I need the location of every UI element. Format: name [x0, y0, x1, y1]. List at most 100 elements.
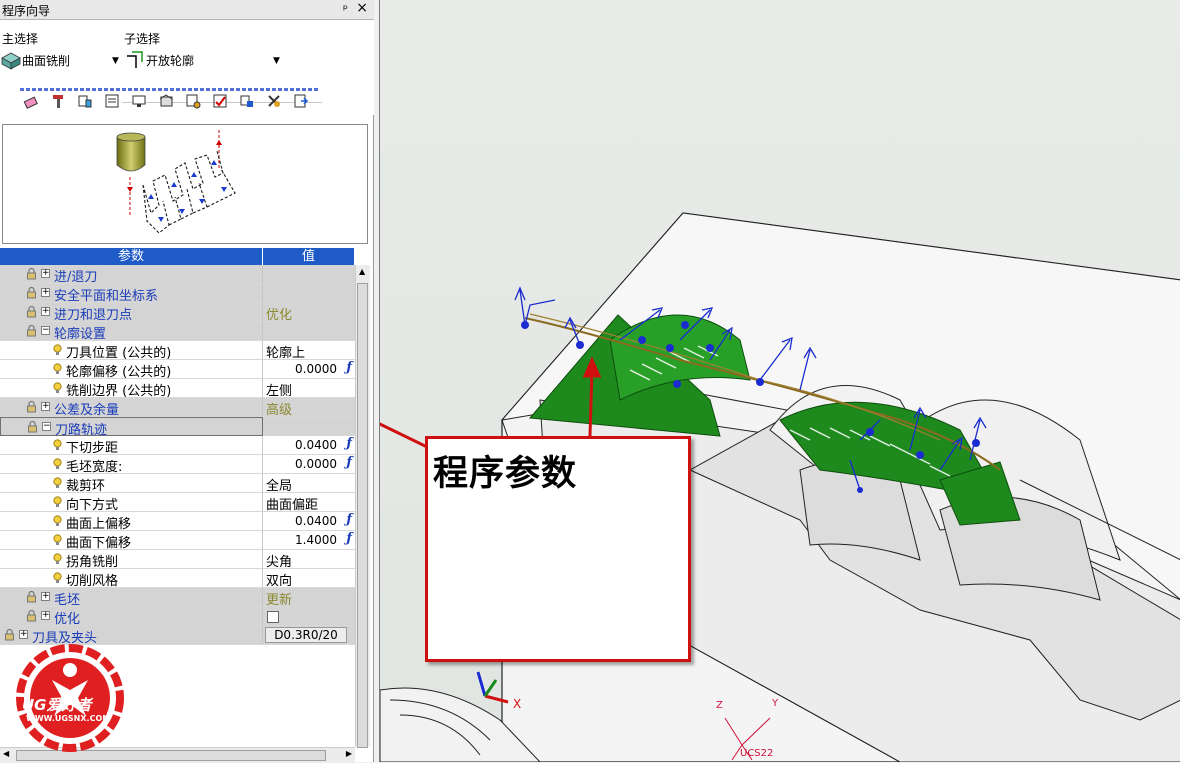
value-cell[interactable]: 更新 [263, 588, 355, 608]
numeric-value[interactable]: 0.0400 [295, 514, 337, 528]
vertical-scrollbar[interactable]: ▲ [355, 265, 370, 748]
expand-icon[interactable]: + [41, 288, 50, 297]
sub-select-dropdown[interactable]: 开放轮廓 [124, 50, 274, 70]
chevron-down-icon[interactable]: ▼ [112, 56, 119, 66]
param-cell[interactable]: 裁剪环 [0, 474, 263, 494]
optimize-checkbox[interactable] [267, 611, 279, 623]
param-cell[interactable]: + 安全平面和坐标系 [0, 284, 263, 304]
expand-icon[interactable]: + [41, 592, 50, 601]
grid-row[interactable]: + 公差及余量 高级 [0, 398, 355, 418]
simulate-icon[interactable] [184, 92, 202, 110]
expand-icon[interactable]: + [19, 630, 28, 639]
value-text[interactable]: 尖角 [266, 551, 292, 570]
scroll-up-icon[interactable]: ▲ [359, 267, 365, 276]
param-cell[interactable]: + 进/退刀 [0, 265, 263, 285]
value-cell[interactable]: 尖角 [263, 550, 355, 570]
expand-icon[interactable]: + [41, 611, 50, 620]
report-icon[interactable] [211, 92, 229, 110]
formula-icon[interactable]: ƒ [346, 512, 352, 527]
grid-row[interactable]: 下切步距 0.0400 ƒ [0, 436, 355, 456]
value-cell[interactable] [263, 417, 355, 436]
value-cell[interactable]: 0.0400 ƒ [263, 512, 355, 531]
calculate-icon[interactable] [157, 92, 175, 110]
value-cell[interactable]: 0.0400 ƒ [263, 436, 355, 455]
param-cell[interactable]: 拐角铣削 [0, 550, 263, 570]
chevron-down-icon[interactable]: ▼ [273, 56, 280, 66]
value-cell[interactable] [263, 607, 355, 626]
param-cell[interactable]: 下切步距 [0, 436, 263, 456]
grid-row[interactable]: + 进刀和退刀点 优化 [0, 303, 355, 323]
value-column-header[interactable]: 值 [263, 248, 355, 265]
grid-row[interactable]: 切削风格 双向 [0, 569, 355, 589]
grid-row[interactable]: 曲面下偏移 1.4000 ƒ [0, 531, 355, 551]
value-cell[interactable]: 双向 [263, 569, 355, 589]
collapse-icon[interactable]: − [41, 326, 50, 335]
value-cell[interactable]: 高级 [263, 398, 355, 418]
value-cell[interactable] [263, 322, 355, 341]
param-cell[interactable]: − 刀路轨迹 [0, 417, 263, 438]
param-cell[interactable]: 曲面上偏移 [0, 512, 263, 532]
param-cell[interactable]: − 轮廓设置 [0, 322, 263, 342]
grid-row[interactable]: + 毛坯 更新 [0, 588, 355, 608]
param-cell[interactable]: + 公差及余量 [0, 398, 263, 418]
grid-row[interactable]: + 安全平面和坐标系 [0, 284, 355, 304]
param-cell[interactable]: 曲面下偏移 [0, 531, 263, 551]
scroll-right-icon[interactable]: ▶ [346, 749, 352, 758]
expand-icon[interactable]: + [41, 402, 50, 411]
scroll-left-icon[interactable]: ◀ [3, 749, 9, 758]
eraser-icon[interactable] [22, 92, 40, 110]
formula-icon[interactable]: ƒ [346, 360, 352, 375]
param-column-header[interactable]: 参数 [0, 248, 263, 265]
param-cell[interactable]: + 进刀和退刀点 [0, 303, 263, 323]
numeric-value[interactable]: 0.0400 [295, 438, 337, 452]
value-cell[interactable]: 优化 [263, 303, 355, 323]
grid-row[interactable]: + 进/退刀 [0, 265, 355, 285]
tool-icon[interactable] [49, 92, 67, 110]
tool-list-icon[interactable] [76, 92, 94, 110]
value-cell[interactable] [263, 265, 355, 284]
tool-params-icon[interactable] [103, 92, 121, 110]
value-text[interactable]: 轮廓上 [266, 342, 305, 361]
param-cell[interactable]: 毛坯宽度: [0, 455, 263, 475]
value-text[interactable]: 全局 [266, 475, 292, 494]
save-icon[interactable] [238, 92, 256, 110]
grid-row[interactable]: − 轮廓设置 [0, 322, 355, 342]
display-icon[interactable] [130, 92, 148, 110]
value-cell[interactable]: 0.0000 ƒ [263, 360, 355, 379]
exit-icon[interactable] [292, 92, 310, 110]
expand-icon[interactable]: + [41, 269, 50, 278]
param-cell[interactable]: + 毛坯 [0, 588, 263, 608]
close-icon[interactable]: × [356, 0, 368, 16]
grid-row[interactable]: 轮廓偏移 (公共的) 0.0000 ƒ [0, 360, 355, 380]
numeric-value[interactable]: 0.0000 [295, 457, 337, 471]
settings-icon[interactable] [265, 92, 283, 110]
formula-icon[interactable]: ƒ [346, 455, 352, 470]
grid-row[interactable]: 曲面上偏移 0.0400 ƒ [0, 512, 355, 532]
value-text[interactable]: 曲面偏距 [266, 494, 318, 513]
value-text[interactable]: 双向 [266, 570, 292, 589]
formula-icon[interactable]: ƒ [346, 436, 352, 451]
grid-row[interactable]: 刀具位置 (公共的) 轮廓上 [0, 341, 355, 361]
grid-row[interactable]: 拐角铣削 尖角 [0, 550, 355, 570]
value-cell[interactable]: 全局 [263, 474, 355, 494]
value-cell[interactable]: 1.4000 ƒ [263, 531, 355, 550]
value-text[interactable]: 左侧 [266, 380, 292, 399]
value-cell[interactable]: D0.3R0/20 [263, 626, 355, 645]
grid-row[interactable]: + 优化 [0, 607, 355, 627]
param-cell[interactable]: 铣削边界 (公共的) [0, 379, 263, 399]
numeric-value[interactable]: 0.0000 [295, 362, 337, 376]
formula-icon[interactable]: ƒ [346, 531, 352, 546]
value-cell[interactable]: 左侧 [263, 379, 355, 399]
param-cell[interactable]: 切削风格 [0, 569, 263, 589]
numeric-value[interactable]: 1.4000 [295, 533, 337, 547]
value-cell[interactable]: 轮廓上 [263, 341, 355, 361]
grid-row[interactable]: − 刀路轨迹 [0, 417, 355, 438]
param-cell[interactable]: + 优化 [0, 607, 263, 627]
param-cell[interactable]: 刀具位置 (公共的) [0, 341, 263, 361]
grid-row[interactable]: 裁剪环 全局 [0, 474, 355, 494]
param-cell[interactable]: 向下方式 [0, 493, 263, 513]
value-cell[interactable]: 0.0000 ƒ [263, 455, 355, 474]
collapse-icon[interactable]: − [42, 422, 51, 431]
param-cell[interactable]: 轮廓偏移 (公共的) [0, 360, 263, 380]
main-select-dropdown[interactable]: 曲面铣削 [0, 50, 120, 70]
